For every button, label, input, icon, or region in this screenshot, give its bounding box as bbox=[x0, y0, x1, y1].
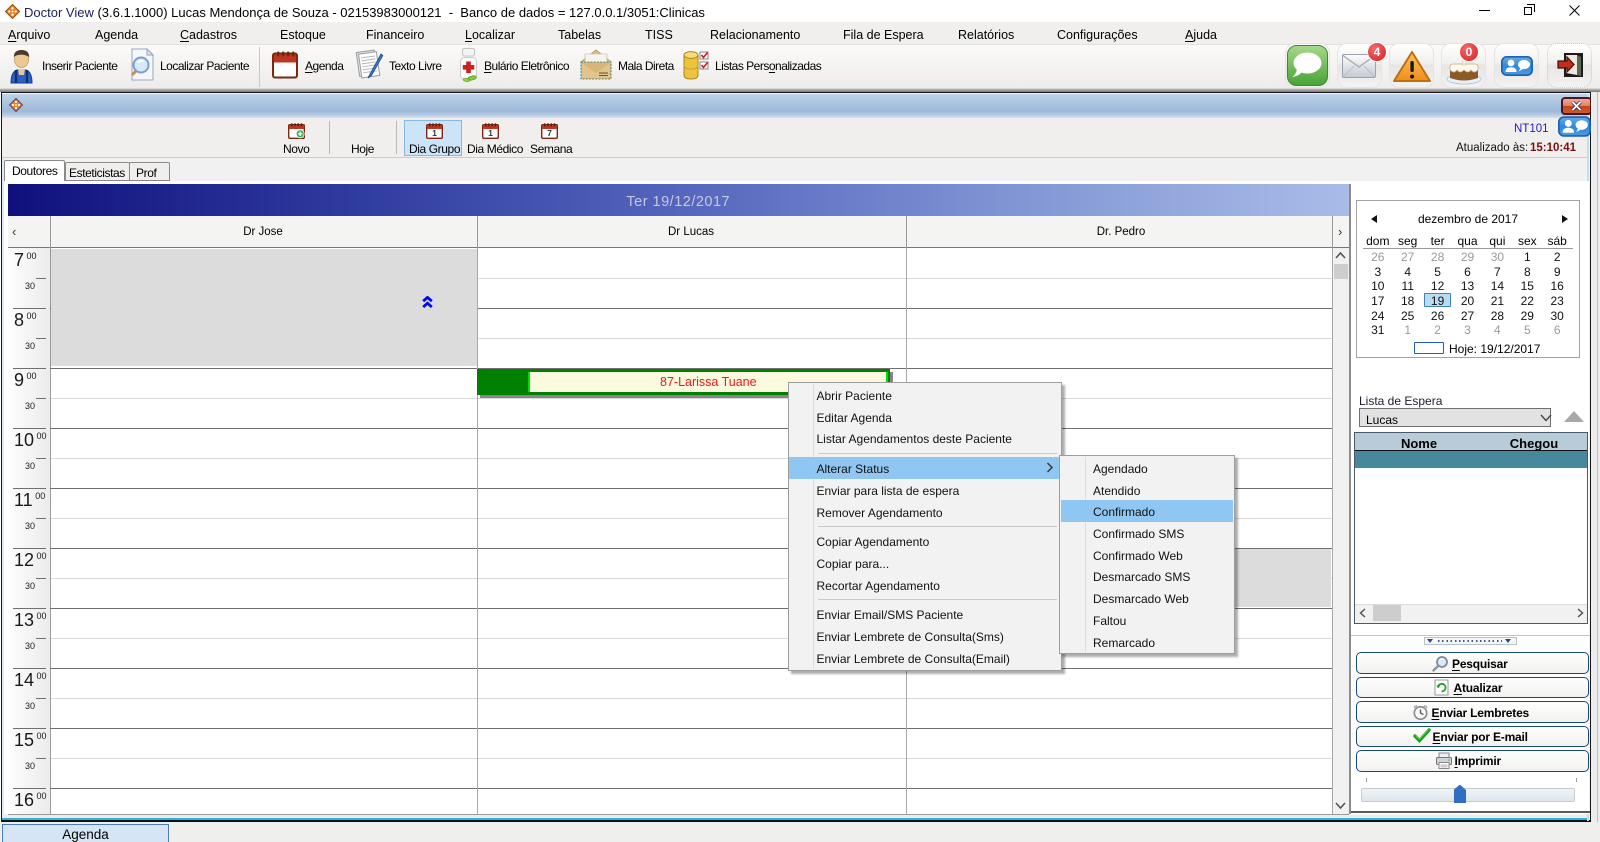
svg-text:7: 7 bbox=[547, 128, 552, 138]
svg-text:1: 1 bbox=[488, 128, 493, 138]
svg-text:1: 1 bbox=[432, 128, 437, 138]
